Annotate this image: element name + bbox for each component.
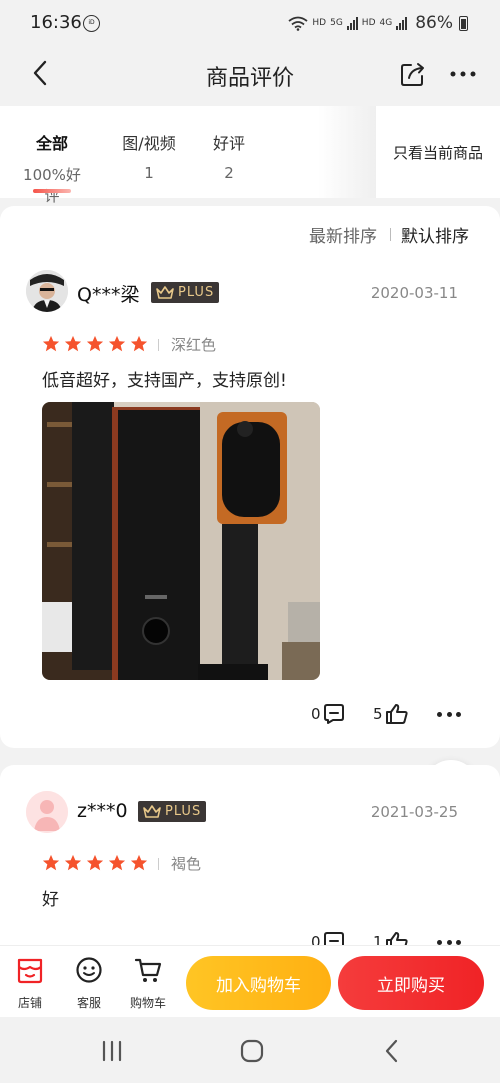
star-rating xyxy=(42,335,148,353)
review-text: 低音超好，支持国产，支持原创! xyxy=(42,371,287,391)
crown-icon xyxy=(143,805,161,818)
back-arrow-icon[interactable] xyxy=(26,58,56,88)
plus-badge: PLUS xyxy=(151,282,220,303)
spec-divider xyxy=(158,339,159,351)
status-icons: HD 5G HD 4G 86% xyxy=(288,13,468,33)
add-to-cart-button[interactable]: 加入购物车 xyxy=(186,956,331,1010)
shop-icon xyxy=(17,958,43,984)
hd-id-icon: iD xyxy=(83,15,100,32)
tab-media[interactable]: 图/视频 1 xyxy=(113,130,185,182)
sort-latest[interactable]: 最新排序 xyxy=(309,222,377,247)
customer-service-button[interactable]: 客服 xyxy=(65,956,113,1011)
tab-media-label: 图/视频 xyxy=(122,134,176,153)
star-icon xyxy=(64,854,82,871)
signal-icon-1 xyxy=(346,16,358,30)
star-rating xyxy=(42,854,148,872)
spec-divider xyxy=(158,858,159,870)
speaker-photo xyxy=(42,402,320,680)
sort-divider xyxy=(390,228,391,241)
crown-icon xyxy=(156,286,174,299)
share-icon[interactable] xyxy=(398,59,428,89)
avatar[interactable] xyxy=(26,791,68,833)
comment-icon xyxy=(323,704,344,724)
star-icon xyxy=(130,854,148,871)
recent-apps-icon[interactable] xyxy=(97,1036,127,1066)
star-icon xyxy=(108,854,126,871)
review-spec: 深红色 xyxy=(171,336,217,354)
tab-fade xyxy=(318,106,376,198)
system-back-icon[interactable] xyxy=(377,1036,407,1066)
comment-button[interactable]: 0 xyxy=(311,703,345,725)
sort-default[interactable]: 默认排序 xyxy=(401,222,469,247)
review-username: z***0 xyxy=(77,800,128,822)
active-tab-indicator xyxy=(33,189,71,193)
review-date: 2021-03-25 xyxy=(370,803,458,821)
review-more-icon[interactable] xyxy=(437,712,461,718)
star-icon xyxy=(64,335,82,352)
more-options-icon[interactable] xyxy=(448,59,478,89)
avatar[interactable] xyxy=(26,270,68,312)
review-card: z***0 PLUS 2021-03-25 褐色 好 0 1 xyxy=(0,765,500,955)
review-photo[interactable] xyxy=(42,402,320,680)
tab-positive-label: 好评 xyxy=(212,134,245,153)
network-4g-label: 4G xyxy=(379,18,393,28)
hd-label-2: HD xyxy=(361,18,376,28)
shop-button[interactable]: 店铺 xyxy=(6,956,54,1011)
signal-icon-2 xyxy=(396,16,408,30)
customer-service-icon xyxy=(76,957,102,983)
user-avatar-photo xyxy=(26,270,68,312)
review-username: Q***梁 xyxy=(77,284,140,306)
service-label: 客服 xyxy=(76,996,101,1010)
star-icon xyxy=(130,335,148,352)
nav-bar: 商品评价 xyxy=(0,46,500,104)
tab-positive[interactable]: 好评 2 xyxy=(193,130,265,182)
thumbs-up-icon xyxy=(385,704,408,724)
review-card: Q***梁 PLUS 2020-03-11 深红色 低音超好，支持国产，支持原创… xyxy=(0,258,500,748)
system-nav-bar xyxy=(0,1017,500,1083)
buy-now-button[interactable]: 立即购买 xyxy=(338,956,484,1010)
tab-all-sub: 100%好评 xyxy=(23,166,81,205)
default-avatar-icon xyxy=(26,791,68,833)
battery-icon xyxy=(459,15,468,31)
plus-badge-label: PLUS xyxy=(165,804,202,819)
review-text: 好 xyxy=(42,890,59,910)
battery-percent: 86% xyxy=(415,13,453,33)
tab-all-label: 全部 xyxy=(35,134,68,153)
shopping-cart-icon xyxy=(134,958,162,982)
status-bar: 16:36 iD HD 5G HD 4G 86% xyxy=(0,0,500,46)
hd-label-1: HD xyxy=(312,18,327,28)
wifi-icon xyxy=(288,16,308,31)
like-count: 5 xyxy=(373,705,383,723)
tab-media-count: 1 xyxy=(144,164,154,182)
bottom-action-bar: 店铺 客服 购物车 加入购物车 立即购买 xyxy=(0,945,500,1017)
star-icon xyxy=(42,854,60,871)
plus-badge: PLUS xyxy=(138,801,207,822)
star-icon xyxy=(86,335,104,352)
star-icon xyxy=(86,854,104,871)
home-icon[interactable] xyxy=(237,1036,267,1066)
only-current-product-filter[interactable]: 只看当前商品 xyxy=(376,106,500,198)
cart-button[interactable]: 购物车 xyxy=(124,956,172,1011)
filter-tabs: 全部 100%好评 图/视频 1 好评 2 只看当前商品 xyxy=(0,106,500,205)
review-date: 2020-03-11 xyxy=(370,284,458,302)
plus-badge-label: PLUS xyxy=(178,285,215,300)
sort-bar: 最新排序 默认排序 xyxy=(0,206,500,258)
cart-label: 购物车 xyxy=(129,996,166,1010)
star-icon xyxy=(42,335,60,352)
tab-all[interactable]: 全部 100%好评 xyxy=(16,130,88,206)
shop-label: 店铺 xyxy=(17,996,42,1010)
status-time: 16:36 xyxy=(30,12,82,33)
star-icon xyxy=(108,335,126,352)
comment-count: 0 xyxy=(311,705,321,723)
network-5g-label: 5G xyxy=(330,18,343,28)
review-spec: 褐色 xyxy=(171,855,202,873)
like-button[interactable]: 5 xyxy=(373,703,409,725)
tab-positive-count: 2 xyxy=(224,164,234,182)
